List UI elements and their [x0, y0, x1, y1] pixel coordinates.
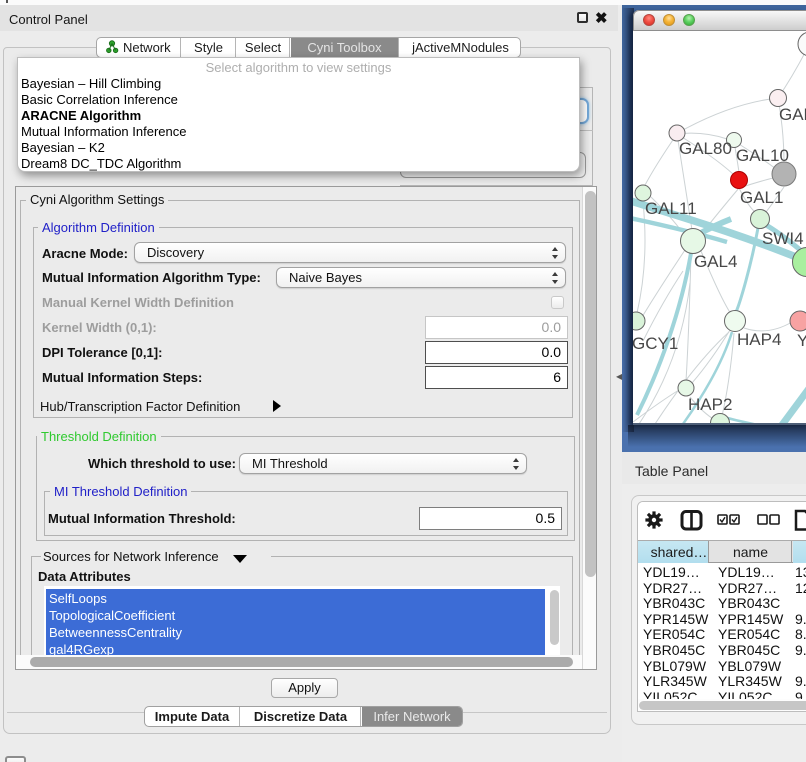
svg-text:GAL10: GAL10: [736, 146, 789, 165]
svg-text:GCY1: GCY1: [633, 334, 678, 353]
svg-text:HAP4: HAP4: [737, 330, 781, 349]
svg-text:GAL1: GAL1: [740, 188, 783, 207]
svg-text:GAL4: GAL4: [694, 252, 737, 271]
svg-text:GAL11: GAL11: [645, 199, 697, 218]
svg-text:GAL80: GAL80: [679, 139, 732, 158]
svg-text:GAL7: GAL7: [779, 105, 806, 124]
svg-text:HAP2: HAP2: [688, 395, 732, 414]
svg-text:Y: Y: [797, 331, 806, 350]
svg-text:SWI4: SWI4: [762, 229, 804, 248]
